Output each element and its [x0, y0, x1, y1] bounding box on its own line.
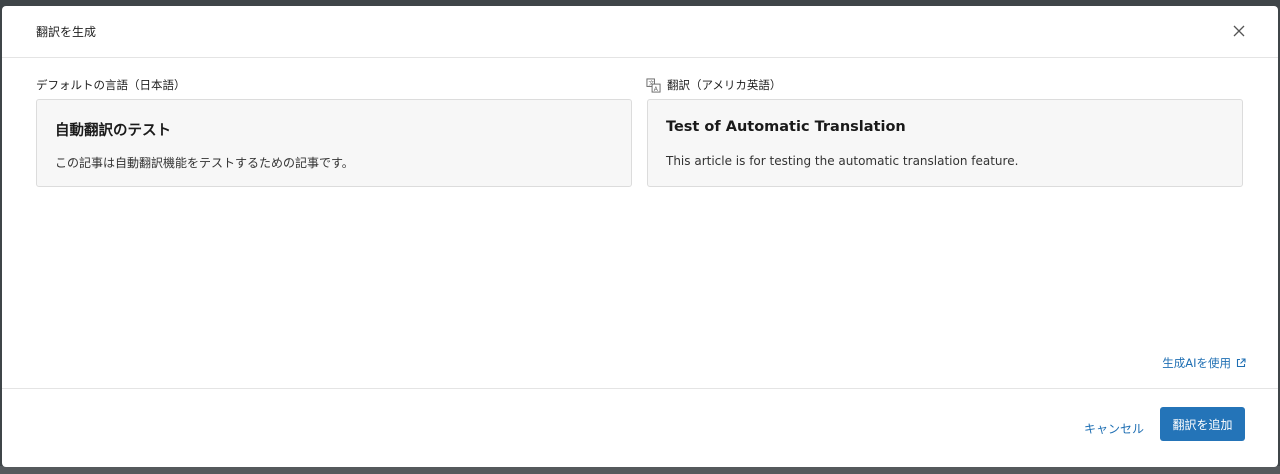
dialog-footer: キャンセル 翻訳を追加: [2, 388, 1278, 467]
background-page-strip: [0, 466, 1280, 474]
source-article-body: この記事は自動翻訳機能をテストするための記事です。: [55, 156, 354, 170]
use-generative-ai-link[interactable]: 生成AIを使用: [1162, 355, 1246, 371]
add-translation-button[interactable]: 翻訳を追加: [1160, 407, 1245, 441]
dialog-title: 翻訳を生成: [36, 25, 97, 39]
translation-language-label: 文 A 翻訳（アメリカ英語）: [646, 77, 781, 93]
translation-language-label-text: 翻訳（アメリカ英語）: [667, 78, 782, 92]
source-language-label: デフォルトの言語（日本語）: [36, 77, 186, 93]
close-button[interactable]: [1228, 20, 1250, 42]
external-link-icon: [1236, 358, 1246, 368]
dialog-header: 翻訳を生成: [2, 6, 1278, 58]
use-generative-ai-label: 生成AIを使用: [1162, 356, 1231, 370]
source-content-card: 自動翻訳のテスト この記事は自動翻訳機能をテストするための記事です。: [36, 99, 632, 187]
translation-content-card: Test of Automatic Translation This artic…: [647, 99, 1243, 187]
translate-icon: 文 A: [646, 77, 661, 92]
translated-article-body: This article is for testing the automati…: [666, 154, 1019, 168]
source-article-title: 自動翻訳のテスト: [55, 123, 171, 139]
cancel-button[interactable]: キャンセル: [1072, 411, 1156, 445]
close-icon: [1233, 25, 1245, 37]
generate-translation-dialog: 翻訳を生成 デフォルトの言語（日本語） 文 A 翻訳（アメリカ英語） 自動翻訳の…: [2, 6, 1278, 467]
translated-article-title: Test of Automatic Translation: [666, 119, 906, 135]
source-language-label-text: デフォルトの言語（日本語）: [36, 78, 186, 92]
